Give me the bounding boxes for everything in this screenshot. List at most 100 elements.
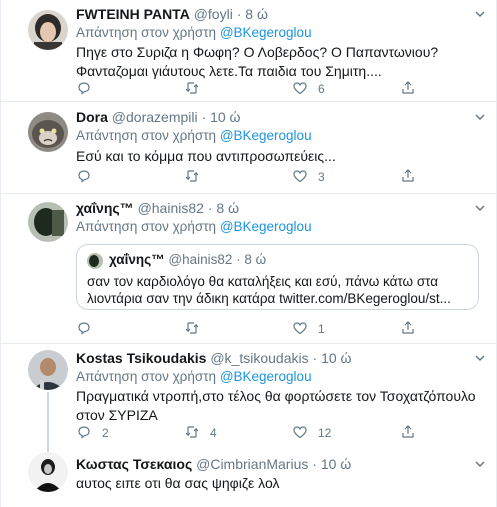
tweet-time[interactable]: 8 ώ — [245, 6, 268, 22]
reply-prefix: Απάντηση στον χρήστη — [76, 219, 217, 234]
tweet-text: Πραγματικά ντροπή,στο τέλος θα φορτώσετε… — [76, 388, 476, 423]
chevron-down-icon[interactable] — [473, 457, 487, 474]
like-button[interactable]: 1 — [292, 320, 325, 338]
tweet-text: Εσύ και το κόμμα που αντιπροσωπεύεις... — [76, 148, 336, 164]
reply-mention-link[interactable]: @BKegeroglou — [220, 128, 312, 143]
user-handle[interactable]: @CimbrianMarius — [196, 456, 308, 472]
separator-dot: · — [207, 200, 213, 216]
reply-icon — [76, 320, 92, 339]
like-button[interactable]: 6 — [292, 80, 325, 98]
reply-mention-link[interactable]: @BKegeroglou — [220, 219, 312, 234]
like-count: 3 — [318, 170, 325, 184]
tweet-header: Kostas Tsikoudakis @k_tsikoudakis · 10 ώ — [76, 349, 351, 367]
display-name[interactable]: χαΐνης™ — [76, 200, 134, 216]
share-button[interactable] — [400, 80, 416, 98]
tweet-text: Πηγε στο Συριζα η Φωφη? Ο Λοβερδος? Ο Πα… — [76, 44, 439, 79]
share-button[interactable] — [400, 168, 416, 186]
separator-dot: · — [312, 456, 317, 472]
share-button[interactable] — [400, 424, 416, 442]
quoted-avatar — [87, 253, 103, 269]
quoted-display-name: χαΐνης™ — [109, 252, 165, 267]
separator-dot: · — [312, 350, 318, 366]
user-handle[interactable]: @foyli — [194, 6, 233, 22]
like-count: 12 — [318, 426, 332, 440]
avatar[interactable] — [28, 202, 68, 242]
retweet-icon — [184, 168, 200, 187]
separator-dot: · — [236, 6, 242, 22]
display-name[interactable]: Kostas Tsikoudakis — [76, 350, 206, 366]
tweet[interactable]: Dora @dorazempili · 10 ώ Απάντηση στον χ… — [0, 102, 497, 194]
retweet-icon — [184, 320, 200, 339]
like-count: 6 — [318, 82, 325, 96]
like-count: 1 — [318, 322, 325, 336]
user-handle[interactable]: @dorazempili — [112, 109, 198, 125]
share-icon — [400, 424, 416, 443]
avatar[interactable] — [28, 452, 68, 492]
reply-context: Απάντηση στον χρήστη @BKegeroglou — [76, 218, 312, 235]
tweet-header: Dora @dorazempili · 10 ώ — [76, 108, 240, 126]
heart-icon — [292, 168, 308, 187]
reply-button[interactable] — [76, 168, 102, 186]
reply-context: Απάντηση στον χρήστη @BKegeroglou — [76, 368, 312, 385]
like-button[interactable]: 3 — [292, 168, 325, 186]
quoted-tweet[interactable]: χαΐνης™ @hainis82 · 8 ώ σαν τον καρδιολό… — [76, 244, 479, 310]
reply-context: Απάντηση στον χρήστη @BKegeroglou — [76, 127, 312, 144]
user-handle[interactable]: @hainis82 — [138, 200, 204, 216]
share-button[interactable] — [400, 320, 416, 338]
reply-icon — [76, 80, 92, 99]
retweet-button[interactable] — [184, 168, 210, 186]
tweet-time[interactable]: 10 ώ — [321, 456, 351, 472]
tweet-actions: 3 — [76, 168, 476, 186]
avatar[interactable] — [28, 350, 68, 390]
quoted-text: σαν τον καρδιολόγο θα καταλήξεις και εσύ… — [87, 274, 451, 306]
reply-prefix: Απάντηση στον χρήστη — [76, 128, 217, 143]
retweet-icon — [184, 80, 200, 99]
reply-icon — [76, 168, 92, 187]
heart-icon — [292, 80, 308, 99]
quoted-header: χαΐνης™ @hainis82 · 8 ώ — [109, 252, 266, 267]
reply-prefix: Απάντηση στον χρήστη — [76, 25, 217, 40]
reply-icon — [76, 424, 92, 443]
reply-prefix: Απάντηση στον χρήστη — [76, 369, 217, 384]
avatar[interactable] — [28, 112, 68, 152]
quoted-handle: @hainis82 — [168, 252, 233, 267]
share-icon — [400, 320, 416, 339]
tweet-header: χαΐνης™ @hainis82 · 8 ώ — [76, 199, 239, 217]
tweet-actions: 1 — [76, 320, 476, 338]
chevron-down-icon[interactable] — [473, 7, 487, 24]
display-name[interactable]: FWTEINH PANTA — [76, 6, 190, 22]
share-icon — [400, 80, 416, 99]
tweet[interactable]: χαΐνης™ @hainis82 · 8 ώ Απάντηση στον χρ… — [0, 194, 497, 344]
tweet[interactable]: Kostas Tsikoudakis @k_tsikoudakis · 10 ώ… — [0, 344, 497, 456]
chevron-down-icon[interactable] — [473, 351, 487, 368]
reply-button[interactable] — [76, 320, 102, 338]
retweet-count: 4 — [210, 426, 217, 440]
display-name[interactable]: Dora — [76, 109, 108, 125]
tweet-actions: 6 — [76, 80, 476, 98]
retweet-button[interactable]: 4 — [184, 424, 217, 442]
tweet-time[interactable]: 8 ώ — [216, 200, 239, 216]
share-icon — [400, 168, 416, 187]
tweet-time[interactable]: 10 ώ — [210, 109, 240, 125]
retweet-button[interactable] — [184, 320, 210, 338]
avatar[interactable] — [28, 10, 68, 50]
reply-context: Απάντηση στον χρήστη @BKegeroglou — [76, 24, 312, 41]
reply-mention-link[interactable]: @BKegeroglou — [220, 25, 312, 40]
reply-button[interactable] — [76, 80, 102, 98]
tweet-time[interactable]: 10 ώ — [321, 350, 351, 366]
chevron-down-icon[interactable] — [473, 110, 487, 127]
tweet-actions: 2 4 12 — [76, 424, 476, 442]
retweet-button[interactable] — [184, 80, 210, 98]
like-button[interactable]: 12 — [292, 424, 331, 442]
reply-mention-link[interactable]: @BKegeroglou — [220, 369, 312, 384]
tweet-header: Κωστας Τσεκαιος @CimbrianMarius · 10 ώ — [76, 455, 351, 473]
chevron-down-icon[interactable] — [473, 201, 487, 218]
separator-dot: · — [236, 252, 241, 267]
display-name[interactable]: Κωστας Τσεκαιος — [76, 456, 192, 472]
user-handle[interactable]: @k_tsikoudakis — [210, 350, 308, 366]
reply-count: 2 — [102, 426, 109, 440]
tweet[interactable]: FWTEINH PANTA @foyli · 8 ώ Απάντηση στον… — [0, 0, 497, 102]
reply-button[interactable]: 2 — [76, 424, 109, 442]
tweet[interactable]: Κωστας Τσεκαιος @CimbrianMarius · 10 ώ α… — [0, 446, 497, 507]
quoted-time: 8 ώ — [244, 252, 267, 267]
